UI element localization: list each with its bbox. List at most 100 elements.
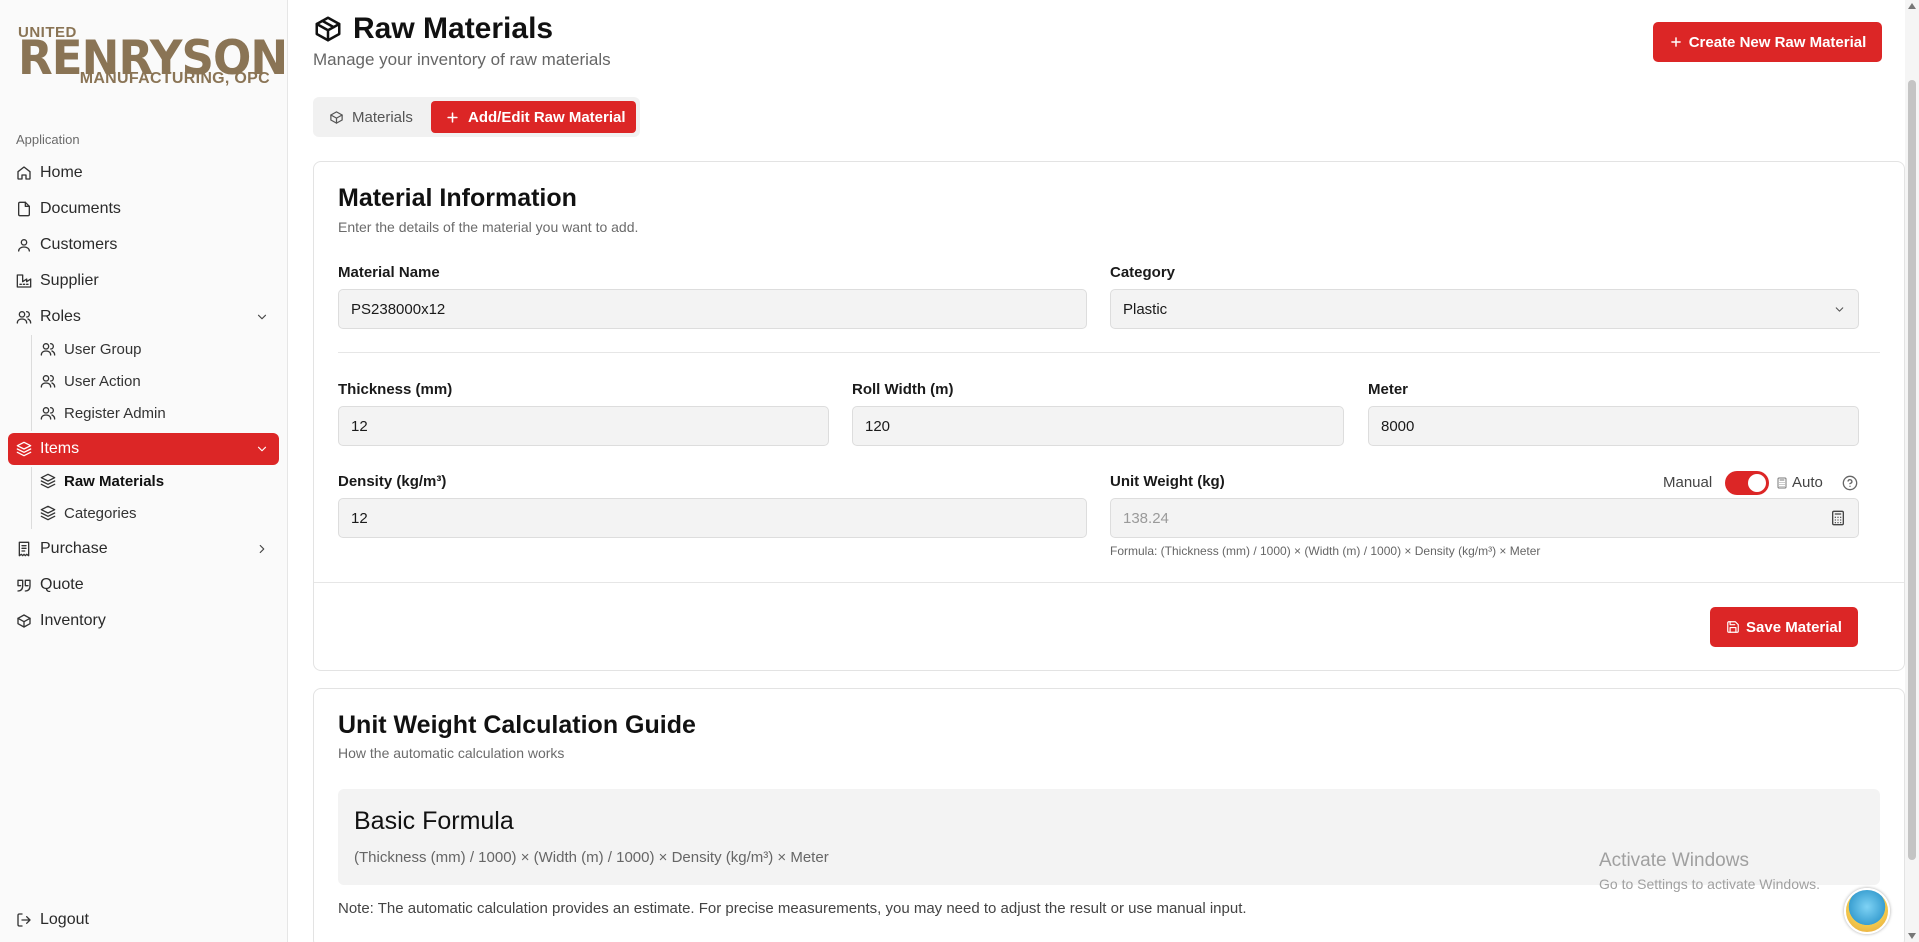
- file-icon: [18, 201, 30, 217]
- thickness-input[interactable]: 12: [338, 406, 829, 446]
- sidebar: UNITED RENRYSON MANUFACTURING, OPC Appli…: [0, 0, 288, 942]
- guide-description: How the automatic calculation works: [338, 745, 565, 761]
- layers-icon: [16, 441, 32, 457]
- watermark-line-1: Activate Windows: [1599, 850, 1749, 871]
- sidebar-item-label: Home: [40, 164, 83, 181]
- sidebar-subitem-label: Raw Materials: [64, 472, 165, 490]
- category-select[interactable]: Plastic: [1110, 289, 1859, 329]
- basic-formula-title: Basic Formula: [354, 807, 514, 835]
- sidebar-item-label: Roles: [40, 308, 81, 325]
- category-value: Plastic: [1123, 300, 1168, 318]
- chevron-down-icon: [257, 446, 267, 452]
- sidebar-item-purchase[interactable]: Purchase: [8, 533, 279, 565]
- users-icon: [40, 375, 56, 388]
- basic-formula-text: (Thickness (mm) / 1000) × (Width (m) / 1…: [354, 849, 829, 866]
- page-title: Raw Materials: [313, 12, 553, 46]
- sidebar-subitem-label: Register Admin: [64, 404, 166, 422]
- quote-icon: [17, 579, 31, 592]
- sidebar-section-label: Application: [16, 132, 80, 147]
- company-logo: UNITED RENRYSON MANUFACTURING, OPC: [18, 24, 288, 90]
- material-name-input[interactable]: PS238000x12: [338, 289, 1087, 329]
- density-input[interactable]: 12: [338, 498, 1087, 538]
- sidebar-item-quote[interactable]: Quote: [8, 569, 279, 601]
- home-icon: [17, 166, 31, 180]
- roll-width-input[interactable]: 120: [852, 406, 1344, 446]
- sidebar-item-label: Documents: [40, 200, 121, 217]
- logo-line-3: MANUFACTURING, OPC: [79, 70, 270, 87]
- create-new-raw-material-button[interactable]: Create New Raw Material: [1653, 22, 1882, 62]
- save-material-button[interactable]: Save Material: [1710, 607, 1858, 647]
- sidebar-subitem-user-group[interactable]: User Group: [34, 335, 142, 363]
- sidebar-item-items[interactable]: Items: [8, 433, 279, 465]
- sidebar-subitem-register-admin[interactable]: Register Admin: [34, 399, 166, 427]
- tab-materials[interactable]: Materials: [317, 101, 427, 133]
- logout-icon: [17, 913, 31, 927]
- tab-bar: Materials Add/Edit Raw Material: [313, 97, 640, 137]
- unit-weight-value: 138.24: [1123, 509, 1169, 527]
- sidebar-item-customers[interactable]: Customers: [8, 229, 279, 261]
- sidebar-item-label: Inventory: [40, 612, 106, 629]
- footer-divider: [314, 582, 1904, 583]
- chevron-down-icon: [1835, 307, 1844, 312]
- toggle-knob: [1748, 474, 1766, 492]
- unit-weight-mode-toggle[interactable]: [1725, 471, 1769, 495]
- floating-avatar-icon[interactable]: [1844, 888, 1890, 934]
- main-content: Raw Materials Manage your inventory of r…: [289, 0, 1905, 942]
- density-label: Density (kg/m³): [338, 473, 447, 490]
- users-icon: [40, 407, 56, 420]
- guide-title: Unit Weight Calculation Guide: [338, 711, 696, 739]
- create-button-label: Create New Raw Material: [1688, 33, 1867, 51]
- sidebar-item-label: Customers: [40, 236, 118, 253]
- sidebar-item-documents[interactable]: Documents: [8, 193, 279, 225]
- chevron-down-icon: [257, 314, 267, 320]
- plus-icon: [447, 111, 458, 123]
- calculation-guide-card: Unit Weight Calculation Guide How the au…: [313, 688, 1905, 942]
- sidebar-subitem-categories[interactable]: Categories: [34, 499, 137, 527]
- material-information-card: Material Information Enter the details o…: [313, 161, 1905, 671]
- user-icon: [18, 239, 30, 252]
- sidebar-item-label: Items: [40, 440, 80, 457]
- plus-icon: [1670, 37, 1681, 47]
- box-icon: [330, 110, 343, 124]
- scroll-up-arrow[interactable]: [1908, 3, 1916, 9]
- chevron-right-icon: [259, 544, 265, 554]
- sidebar-subitem-label: User Action: [64, 372, 141, 390]
- scrollbar-thumb[interactable]: [1908, 80, 1916, 860]
- meter-input[interactable]: 8000: [1368, 406, 1859, 446]
- category-label: Category: [1110, 264, 1176, 281]
- scrollbar[interactable]: [1905, 0, 1919, 942]
- unit-weight-formula-hint: Formula: (Thickness (mm) / 1000) × (Widt…: [1110, 544, 1541, 558]
- layers-icon: [40, 505, 56, 521]
- sidebar-subitem-raw-materials[interactable]: Raw Materials: [34, 467, 164, 495]
- sidebar-item-supplier[interactable]: Supplier: [8, 265, 279, 297]
- sidebar-subitem-user-action[interactable]: User Action: [34, 367, 141, 395]
- scroll-down-arrow[interactable]: [1908, 933, 1916, 939]
- guide-note: Note: The automatic calculation provides…: [338, 900, 1247, 917]
- watermark-line-2: Go to Settings to activate Windows.: [1599, 876, 1820, 892]
- manual-mode-label: Manual: [1663, 474, 1713, 491]
- submenu-line: [31, 335, 32, 431]
- tab-add-edit-raw-material[interactable]: Add/Edit Raw Material: [431, 101, 636, 133]
- sidebar-subitem-label: Categories: [64, 504, 137, 522]
- sidebar-subitem-label: User Group: [64, 340, 142, 358]
- logout-button[interactable]: Logout: [8, 904, 279, 936]
- card-description: Enter the details of the material you wa…: [338, 219, 639, 235]
- tab-label: Add/Edit Raw Material: [468, 108, 626, 126]
- layers-icon: [40, 473, 56, 489]
- page-title-text: Raw Materials: [353, 12, 554, 45]
- sidebar-item-inventory[interactable]: Inventory: [8, 605, 279, 637]
- sidebar-item-label: Purchase: [40, 540, 108, 557]
- save-icon: [1727, 621, 1739, 633]
- sidebar-item-home[interactable]: Home: [8, 157, 279, 189]
- receipt-icon: [18, 541, 30, 557]
- page-subtitle: Manage your inventory of raw materials: [313, 50, 611, 69]
- calculator-icon: [1777, 477, 1787, 489]
- sidebar-item-roles[interactable]: Roles: [8, 301, 279, 333]
- thickness-label: Thickness (mm): [338, 381, 453, 398]
- unit-weight-input[interactable]: 138.24: [1110, 498, 1859, 538]
- card-title: Material Information: [338, 184, 577, 212]
- save-button-label: Save Material: [1746, 618, 1842, 636]
- sidebar-item-label: Quote: [40, 576, 84, 593]
- help-icon[interactable]: [1842, 475, 1858, 491]
- meter-label: Meter: [1368, 381, 1409, 398]
